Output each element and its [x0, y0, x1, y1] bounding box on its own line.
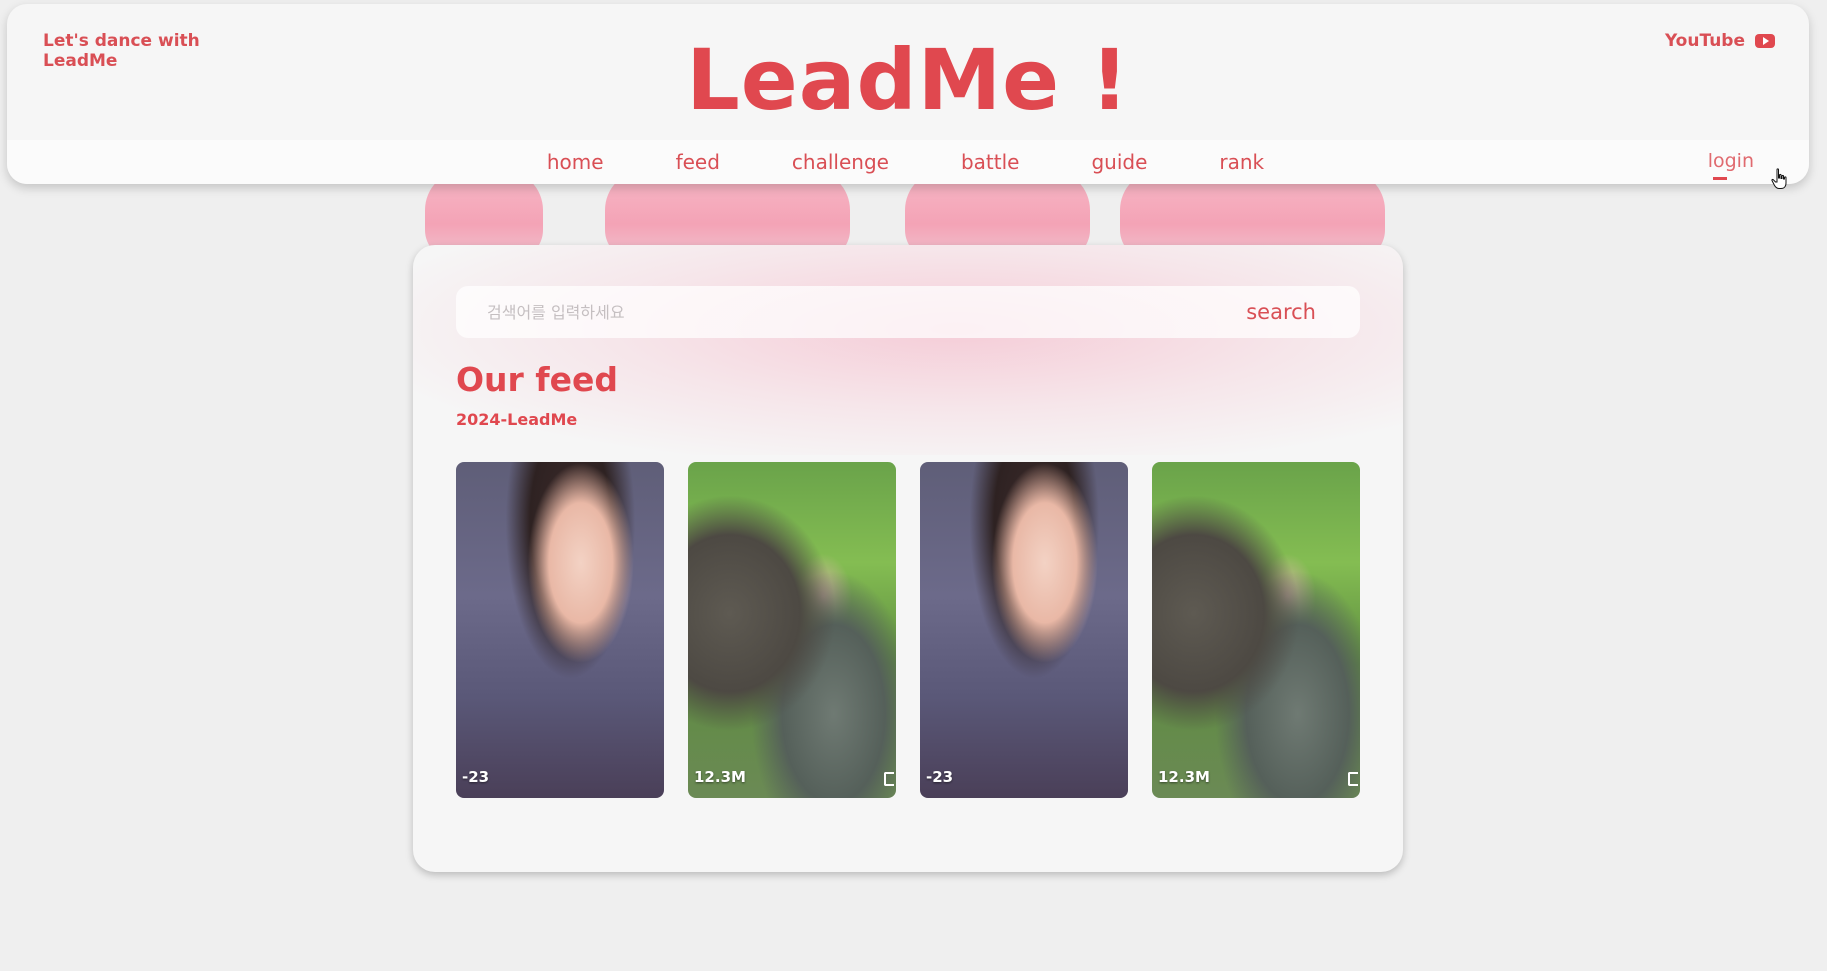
feed-card[interactable]: -23: [456, 462, 664, 798]
search-bar: search: [456, 286, 1360, 338]
nav-feed[interactable]: feed: [676, 150, 720, 174]
nav-rank[interactable]: rank: [1219, 150, 1264, 174]
view-count: 12.3M: [1158, 768, 1210, 786]
youtube-icon: [1755, 34, 1775, 48]
feed-card[interactable]: 12.3M: [1152, 462, 1360, 798]
feed-title: Our feed: [456, 360, 619, 399]
brand-logo[interactable]: LeadMe !: [7, 32, 1809, 128]
youtube-link[interactable]: YouTube: [1665, 31, 1775, 51]
feed-card[interactable]: 12.3M: [688, 462, 896, 798]
feed-panel: search Our feed 2024-LeadMe -23 12.3M -2…: [413, 245, 1403, 872]
site-header: Let's dance with LeadMe LeadMe ! YouTube…: [7, 4, 1809, 184]
speaker-icon[interactable]: [884, 772, 894, 786]
hand-pointer-icon: [1771, 168, 1787, 189]
speaker-icon[interactable]: [1348, 772, 1358, 786]
nav-battle[interactable]: battle: [961, 150, 1020, 174]
view-count: 12.3M: [694, 768, 746, 786]
feed-grid: -23 12.3M -23 12.3M: [456, 462, 1360, 798]
nav-guide[interactable]: guide: [1091, 150, 1147, 174]
youtube-label: YouTube: [1664, 31, 1745, 51]
search-button[interactable]: search: [1246, 300, 1316, 324]
view-count: -23: [926, 768, 954, 786]
nav-challenge[interactable]: challenge: [792, 150, 889, 174]
view-count: -23: [462, 768, 490, 786]
login-link[interactable]: login: [1708, 150, 1754, 172]
login-underline: [1713, 177, 1727, 180]
page: Let's dance with LeadMe LeadMe ! YouTube…: [0, 0, 1827, 971]
main-nav: home feed challenge battle guide rank: [7, 150, 1809, 174]
feed-subtitle: 2024-LeadMe: [456, 410, 578, 429]
search-input[interactable]: [487, 302, 1187, 322]
nav-home[interactable]: home: [547, 150, 604, 174]
feed-card[interactable]: -23: [920, 462, 1128, 798]
